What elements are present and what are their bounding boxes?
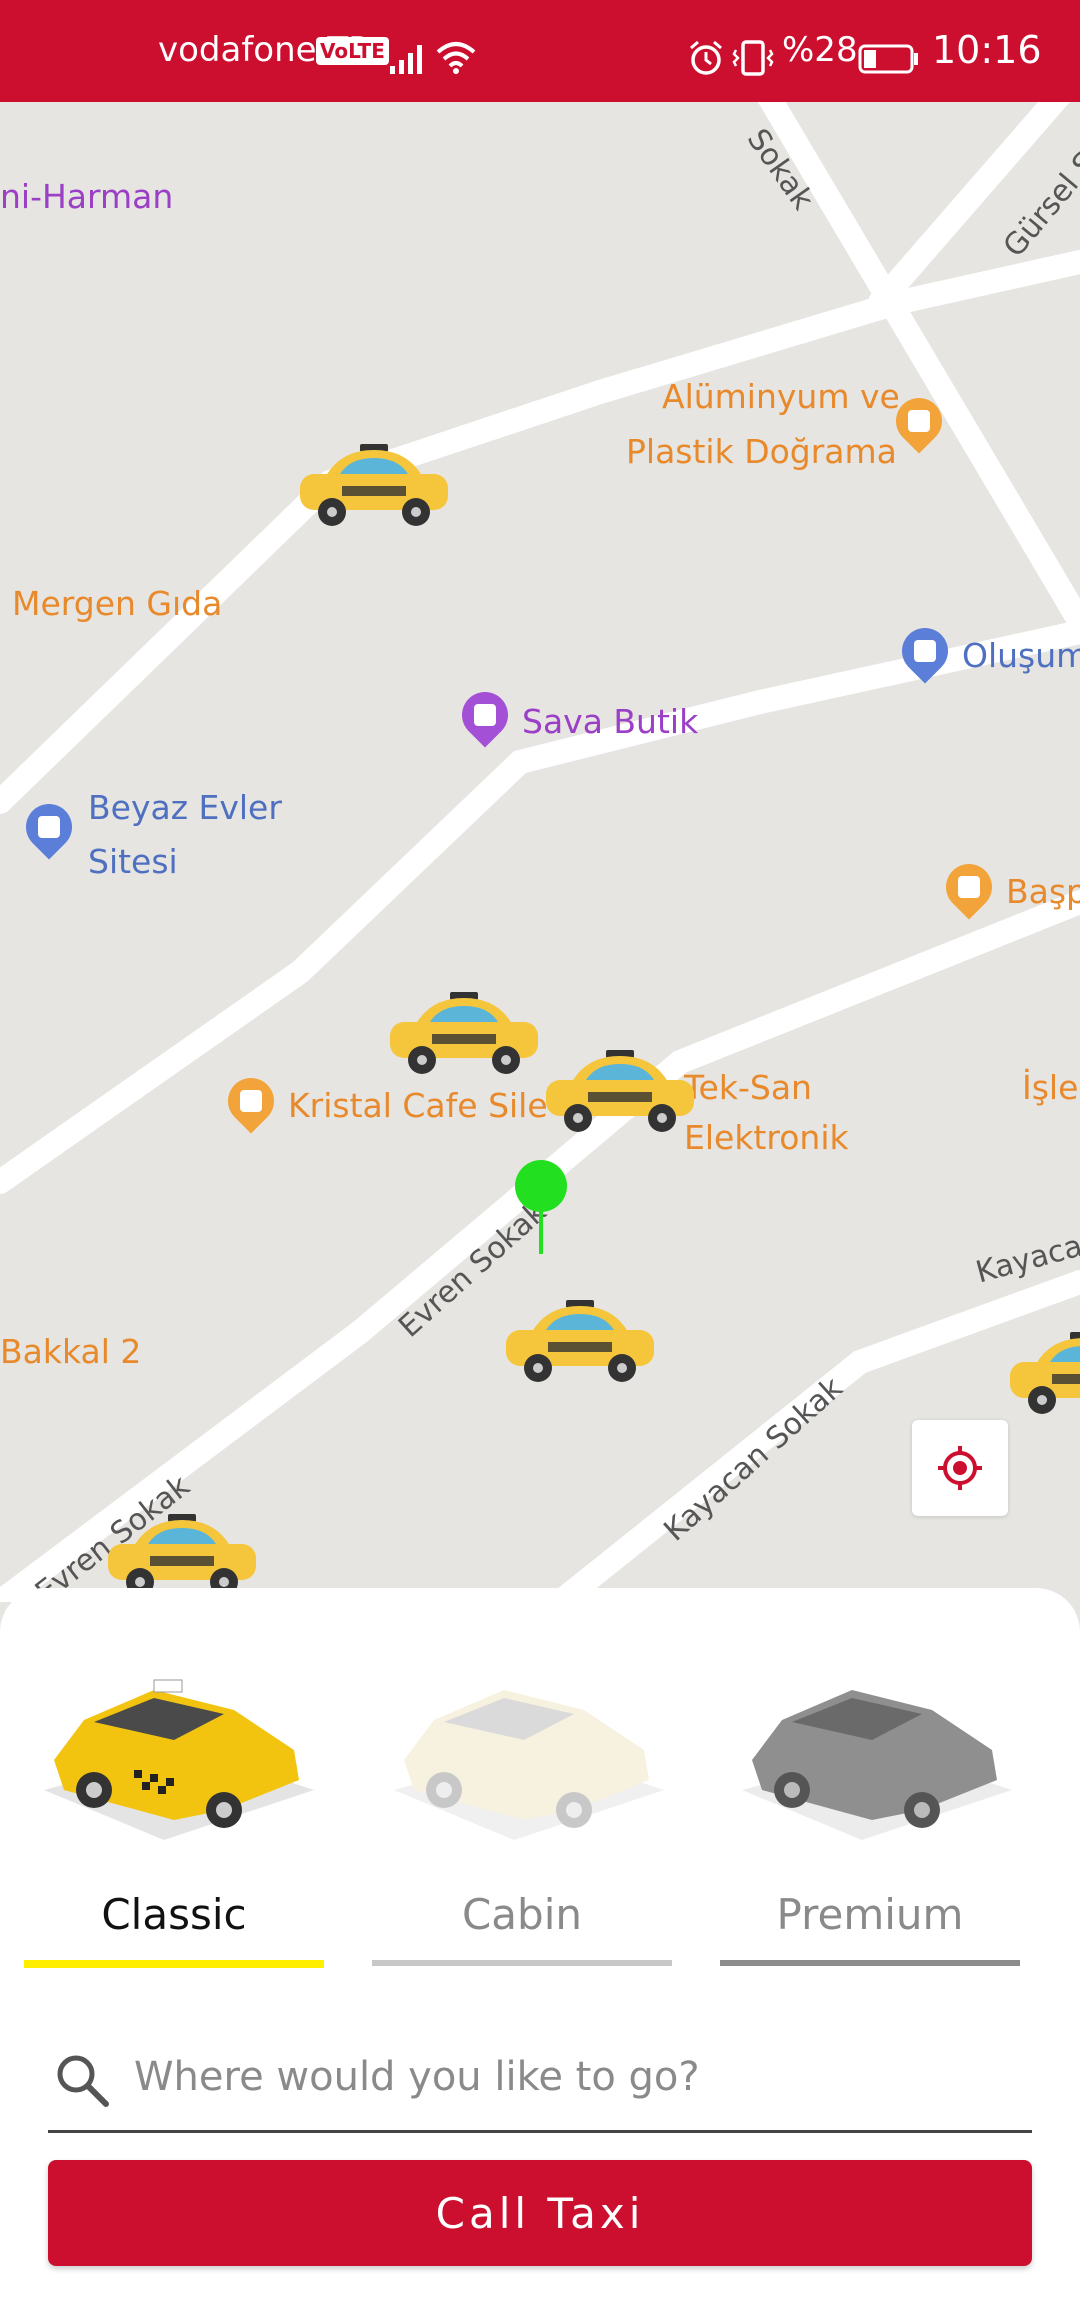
tab-premium[interactable]: Premium xyxy=(720,1890,1020,1939)
map-view[interactable]: Sokak Gürsel Sokak Evren Sokak Evren Sok… xyxy=(0,102,1080,1602)
search-icon xyxy=(57,2055,109,2107)
volte-badge: VoLTE xyxy=(316,37,389,65)
taxi-icon[interactable] xyxy=(104,1508,260,1598)
place-label: Tek-San xyxy=(684,1068,812,1107)
taxi-icon[interactable] xyxy=(296,438,452,528)
status-bar: vodafone TR VoLTE %28 10:16 xyxy=(0,0,1080,102)
taxi-icon[interactable] xyxy=(542,1044,698,1134)
wifi-icon xyxy=(436,42,476,74)
destination-search xyxy=(48,2030,1032,2133)
place-label: Sitesi xyxy=(88,842,178,881)
battery-icon xyxy=(858,44,918,74)
taxi-icon[interactable] xyxy=(386,986,542,1076)
battery-percent: %28 xyxy=(782,30,858,70)
tab-classic-indicator xyxy=(24,1960,324,1968)
cabin-car-icon[interactable] xyxy=(374,1640,674,1840)
clock: 10:16 xyxy=(932,28,1042,72)
place-label: Alüminyum ve xyxy=(662,377,900,416)
classic-taxi-car-icon[interactable] xyxy=(24,1640,324,1840)
locate-me-button[interactable] xyxy=(912,1420,1008,1516)
place-label: Oluşum xyxy=(962,636,1080,675)
place-label: Elektronik xyxy=(684,1118,849,1157)
place-label: İşler xyxy=(1022,1068,1080,1107)
place-label: Beyaz Evler xyxy=(88,788,282,827)
call-taxi-button[interactable]: Call Taxi xyxy=(48,2160,1032,2266)
tab-cabin-indicator xyxy=(372,1960,672,1966)
destination-input[interactable] xyxy=(132,2046,1016,2108)
taxi-icon[interactable] xyxy=(502,1294,658,1384)
taxi-icon[interactable] xyxy=(1006,1326,1080,1416)
place-label: Mergen Gıda xyxy=(12,584,223,623)
premium-car-icon[interactable] xyxy=(722,1640,1022,1840)
place-label: Kristal Cafe Sile xyxy=(288,1086,548,1125)
alarm-icon xyxy=(690,40,722,75)
place-label: Bakkal 2 xyxy=(0,1332,142,1371)
locate-me-icon xyxy=(938,1446,982,1490)
place-label: Sava Butik xyxy=(522,702,699,741)
tab-classic[interactable]: Classic xyxy=(24,1890,324,1939)
current-location-pin-icon xyxy=(515,1160,567,1254)
place-label: Başp xyxy=(1006,872,1080,911)
vibrate-icon xyxy=(732,40,774,76)
place-label: ni-Harman xyxy=(0,177,174,216)
tab-cabin[interactable]: Cabin xyxy=(372,1890,672,1939)
place-label: Plastik Doğrama xyxy=(626,432,897,471)
signal-icon xyxy=(390,45,422,74)
tab-premium-indicator xyxy=(720,1960,1020,1966)
